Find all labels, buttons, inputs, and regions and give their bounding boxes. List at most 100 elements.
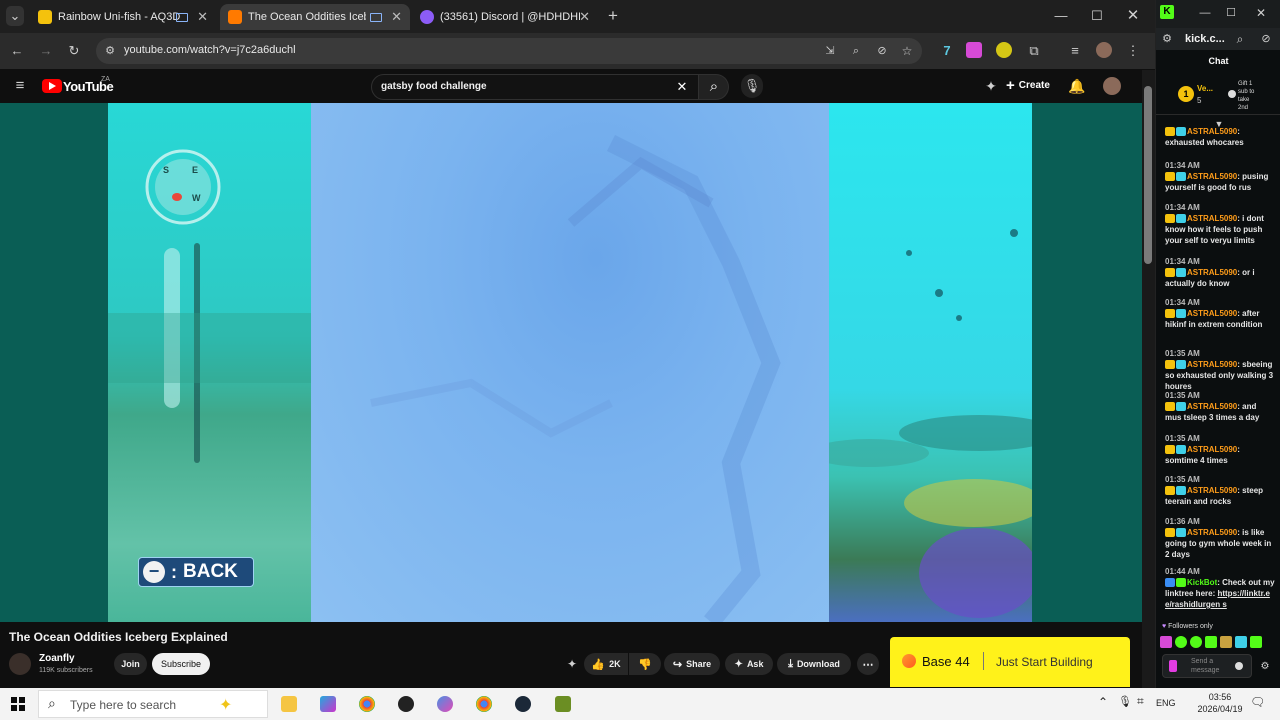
emote-picker-icon[interactable] — [1169, 660, 1177, 672]
install-icon[interactable]: ⇲ — [822, 41, 838, 61]
bookmark-star-icon[interactable]: ☆ — [899, 41, 915, 61]
channel-name[interactable]: Zoanfly — [39, 653, 75, 664]
close-tab-icon[interactable]: ✕ — [579, 9, 590, 25]
tab-aq3d[interactable]: Rainbow Uni-fish - AQ3D ✕ — [30, 4, 216, 30]
taskbar-search-input[interactable]: ⌕ Type here to search ✦ — [38, 690, 268, 718]
back-button[interactable]: − : BACK — [138, 557, 254, 587]
tab-discord[interactable]: (33561) Discord | @HDHDHDH ✕ — [412, 4, 598, 30]
language-indicator[interactable]: ENG — [1156, 698, 1176, 708]
download-button[interactable]: ⤓ Download — [777, 653, 851, 675]
file-explorer-icon[interactable] — [281, 696, 297, 712]
channel-avatar[interactable] — [9, 653, 31, 675]
youtube-logo-icon[interactable] — [42, 79, 62, 93]
message-username[interactable]: ASTRAL5090 — [1187, 172, 1237, 181]
menu-kebab-icon[interactable]: ⋮ — [1126, 41, 1140, 61]
emote-icon[interactable] — [1160, 636, 1172, 648]
search-button[interactable]: ⌕ — [699, 74, 729, 100]
windows-start-icon[interactable] — [11, 697, 25, 711]
maximize-icon[interactable]: ☐ — [1224, 3, 1238, 23]
hamburger-menu-icon[interactable]: ≡ — [10, 76, 30, 96]
extensions-puzzle-icon[interactable]: ⧉ — [1025, 41, 1043, 61]
emote-bar[interactable] — [1160, 636, 1278, 650]
join-button[interactable]: Join — [114, 653, 147, 675]
site-settings-icon[interactable]: ⚙ — [1160, 29, 1174, 49]
minimize-icon[interactable]: — — [1052, 6, 1070, 26]
chat-message: 01:35 AM ASTRAL5090: somtime 4 times — [1165, 433, 1275, 466]
more-actions-button[interactable]: ⋯ — [857, 653, 879, 675]
page-scrollbar[interactable] — [1142, 70, 1155, 689]
media-controls-icon[interactable]: ≡ — [1066, 41, 1084, 61]
copilot-icon[interactable] — [320, 696, 336, 712]
message-username[interactable]: ASTRAL5090 — [1187, 528, 1237, 537]
gift-cta[interactable]: Gift 1 sub to take 2nd — [1238, 80, 1254, 112]
microphone-icon[interactable]: 🎙 — [1118, 695, 1132, 708]
search-input[interactable]: gatsby food challenge ✕ — [371, 74, 699, 100]
ask-button[interactable]: ✦ Ask — [725, 653, 773, 675]
minecraft-icon[interactable] — [555, 696, 571, 712]
maximize-icon[interactable]: ☐ — [1088, 6, 1106, 26]
show-hidden-icons-icon[interactable]: ⌃ — [1098, 695, 1108, 709]
notifications-bell-icon[interactable]: 🔔 — [1068, 76, 1086, 96]
network-icon[interactable]: ⌗ — [1137, 694, 1144, 709]
ad-divider — [983, 652, 984, 670]
reload-icon[interactable]: ↻ — [64, 41, 84, 61]
profile-avatar-icon[interactable] — [1096, 42, 1112, 58]
account-avatar[interactable] — [1103, 77, 1121, 95]
zoom-icon[interactable]: ⌕ — [1233, 29, 1247, 49]
subscribe-button[interactable]: Subscribe — [152, 653, 210, 675]
emote-icon[interactable] — [1175, 636, 1187, 648]
ask-sparkle-icon[interactable]: ✦ — [564, 654, 580, 674]
scrollbar-thumb[interactable] — [1144, 86, 1152, 264]
message-username[interactable]: ASTRAL5090 — [1187, 360, 1237, 369]
close-tab-icon[interactable]: ✕ — [391, 9, 402, 25]
tab-search-icon[interactable]: ⌄ — [6, 6, 24, 26]
like-button[interactable]: 👍 2K — [584, 653, 628, 675]
dislike-button[interactable]: 👎 — [629, 653, 661, 675]
chrome-icon[interactable] — [359, 696, 375, 712]
clear-search-icon[interactable]: ✕ — [674, 77, 690, 97]
steam-icon[interactable] — [515, 696, 531, 712]
message-username[interactable]: ASTRAL5090 — [1187, 445, 1237, 454]
ask-sparkle-icon[interactable]: ✦ — [982, 76, 1000, 96]
message-username[interactable]: ASTRAL5090 — [1187, 214, 1237, 223]
message-username[interactable]: ASTRAL5090 — [1187, 127, 1237, 136]
new-tab-icon[interactable]: + — [604, 6, 622, 26]
emote-icon[interactable] — [1250, 636, 1262, 648]
emote-icon[interactable] — [1205, 636, 1217, 648]
voice-search-mic-icon[interactable]: 🎙 — [741, 74, 763, 98]
create-button[interactable]: + Create — [1006, 77, 1050, 94]
extension-icon[interactable] — [996, 42, 1012, 58]
tab-ocean-oddities[interactable]: The Ocean Oddities Iceberg ✕ — [220, 4, 410, 30]
message-input[interactable]: Send a message — [1162, 654, 1252, 678]
ad-banner[interactable]: Base 44 Just Start Building — [890, 637, 1130, 687]
message-username[interactable]: ASTRAL5090 — [1187, 486, 1237, 495]
notifications-icon[interactable]: 🗨 — [1250, 695, 1265, 709]
back-icon[interactable]: ← — [7, 41, 27, 61]
forward-icon[interactable]: → — [36, 41, 56, 61]
app-icon[interactable] — [398, 696, 414, 712]
close-window-icon[interactable]: ✕ — [1254, 3, 1268, 23]
extension-icon[interactable] — [966, 42, 982, 58]
eye-off-icon[interactable]: ⊘ — [1259, 29, 1273, 49]
close-window-icon[interactable]: ✕ — [1124, 6, 1142, 26]
zoom-icon[interactable]: ⌕ — [848, 41, 864, 61]
address-bar[interactable]: ⚙ youtube.com/watch?v=j7c2a6duchl ⇲ ⌕ ⊘ … — [96, 38, 922, 64]
eye-off-icon[interactable]: ⊘ — [874, 41, 890, 61]
app-icon[interactable] — [437, 696, 453, 712]
emote-icon[interactable] — [1190, 636, 1202, 648]
emote-icon[interactable] — [1235, 636, 1247, 648]
message-username[interactable]: KickBot — [1187, 578, 1217, 587]
share-button[interactable]: ↪ Share — [664, 653, 720, 675]
emoji-icon[interactable] — [1235, 662, 1243, 670]
chat-settings-icon[interactable]: ⚙ — [1256, 657, 1274, 677]
message-username[interactable]: ASTRAL5090 — [1187, 268, 1237, 277]
clock[interactable]: 03:56 2026/04/19 — [1190, 691, 1250, 715]
message-username[interactable]: ASTRAL5090 — [1187, 309, 1237, 318]
close-tab-icon[interactable]: ✕ — [197, 9, 208, 25]
extension-icon[interactable]: 7 — [938, 41, 956, 61]
chrome-icon[interactable] — [476, 696, 492, 712]
emote-icon[interactable] — [1220, 636, 1232, 648]
message-username[interactable]: ASTRAL5090 — [1187, 402, 1237, 411]
minimize-icon[interactable]: — — [1198, 3, 1212, 23]
site-info-icon[interactable]: ⚙ — [102, 41, 118, 61]
